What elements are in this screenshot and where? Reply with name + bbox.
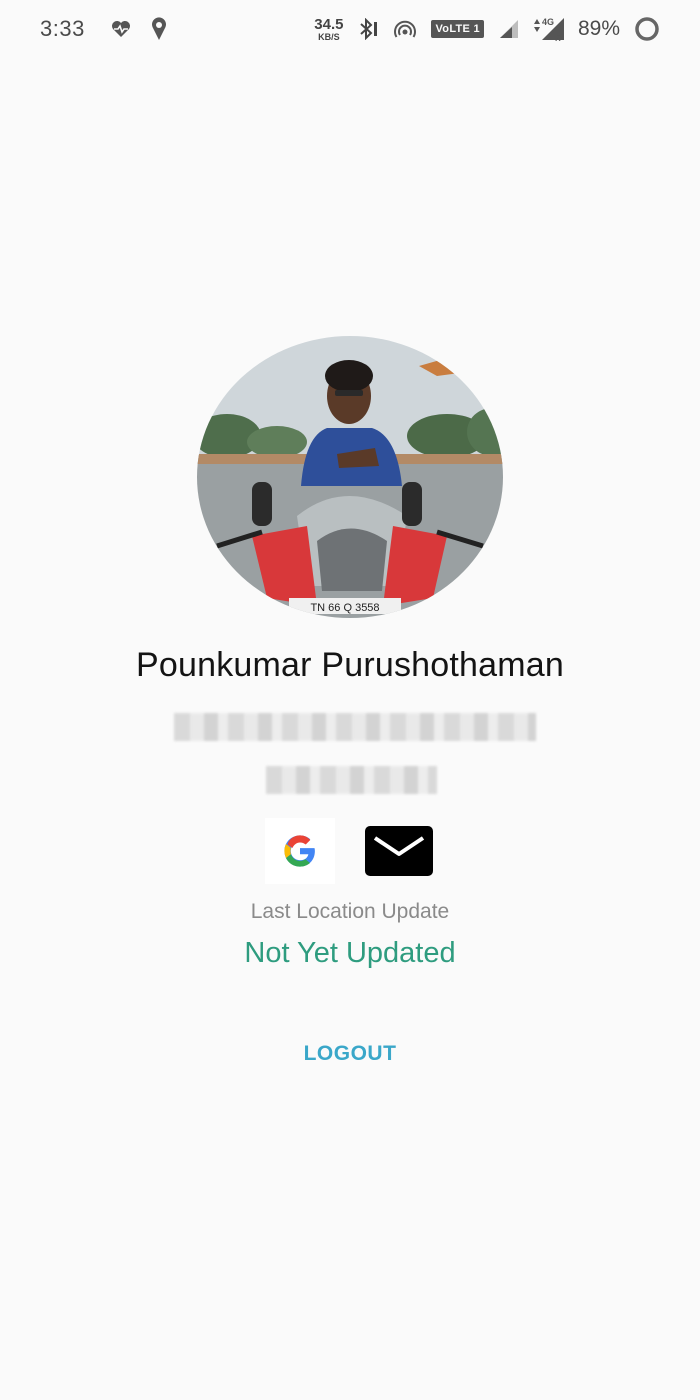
network-type-label: 4G — [542, 17, 554, 27]
mail-icon — [373, 836, 425, 856]
heart-pulse-icon — [111, 20, 131, 38]
location-pin-icon — [151, 17, 167, 41]
profile-email-redacted — [174, 713, 536, 741]
bluetooth-icon — [357, 18, 379, 40]
last-location-value: Not Yet Updated — [244, 937, 456, 969]
battery-percent: 89% — [577, 17, 620, 40]
network-speed: 34.5 KB/S — [314, 17, 343, 42]
svg-text:R: R — [555, 34, 561, 42]
svg-text:TN 66 Q 3558: TN 66 Q 3558 — [310, 602, 379, 614]
google-button[interactable] — [265, 818, 335, 884]
status-bar-right: 34.5 KB/S VoLTE 1 4G R 89% — [314, 16, 660, 42]
logout-button[interactable]: LOGOUT — [290, 1038, 410, 1070]
profile-name: Pounkumar Purushothaman — [136, 646, 564, 684]
signal-4g-icon: 4G R — [533, 16, 568, 42]
last-location-label: Last Location Update — [250, 900, 450, 923]
profile-phone-redacted — [266, 766, 437, 794]
network-speed-value: 34.5 — [314, 15, 344, 33]
social-buttons — [0, 818, 700, 884]
mail-button[interactable] — [365, 826, 433, 876]
volte-label: VoLTE 1 — [431, 20, 484, 38]
status-bar: 3:33 34.5 KB/S VoLTE 1 4G R 89% — [0, 0, 700, 58]
profile-avatar[interactable]: TN 66 Q 3558 — [197, 336, 503, 618]
google-icon — [284, 835, 315, 867]
hotspot-icon — [393, 19, 417, 39]
profile-photo: TN 66 Q 3558 — [197, 336, 503, 618]
battery-ring-icon — [634, 16, 660, 42]
status-bar-left: 3:33 — [40, 16, 187, 42]
volte-badge: VoLTE 1 — [431, 20, 484, 38]
clock: 3:33 — [40, 16, 85, 41]
network-speed-unit: KB/S — [318, 31, 340, 42]
signal-icon — [498, 19, 520, 39]
